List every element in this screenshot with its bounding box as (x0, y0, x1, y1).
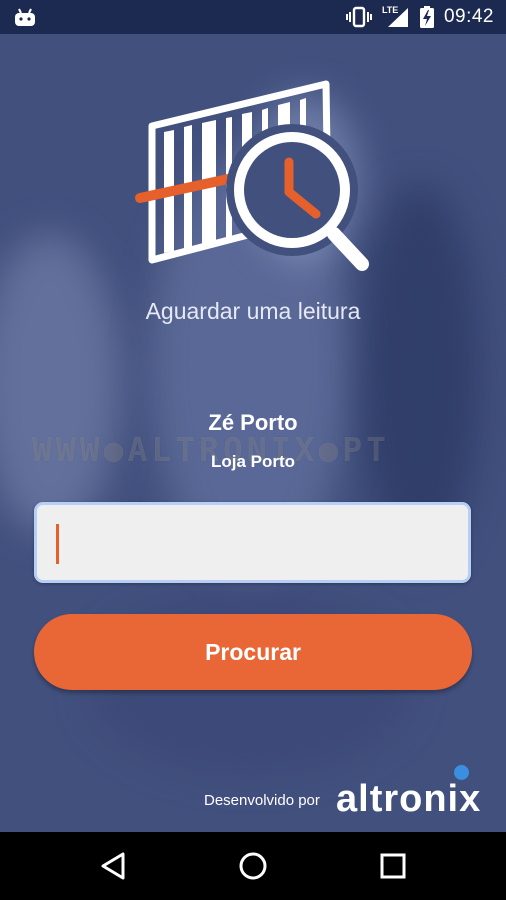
home-icon[interactable] (235, 848, 271, 884)
search-input[interactable] (37, 505, 468, 580)
back-icon[interactable] (95, 848, 131, 884)
search-button[interactable]: Procurar (34, 614, 472, 690)
store-name: Loja Porto (210, 452, 296, 471)
android-icon (15, 8, 35, 26)
brand-name: altronix (336, 778, 482, 820)
vibrate-icon (345, 6, 372, 28)
app-screen: Aguardar uma leitura WWW●ALTRONIX●PT Zé … (0, 34, 506, 832)
lte-signal-icon: LTE (382, 5, 410, 28)
clock: 09:42 (443, 6, 494, 27)
text-caret (56, 524, 59, 564)
search-field[interactable] (34, 502, 471, 583)
battery-charging-icon (419, 6, 434, 28)
developed-by-label: Desenvolvido por (204, 792, 320, 809)
status-bar: LTE 09:42 (0, 0, 506, 34)
brand-dot (454, 765, 469, 780)
waiting-status-text: Aguardar uma leitura (145, 298, 361, 324)
barcode-search-clock-icon (135, 80, 369, 271)
recents-icon[interactable] (375, 848, 411, 884)
user-name: Zé Porto (208, 410, 298, 435)
brand-logo: altronix (336, 765, 486, 822)
navigation-bar (0, 832, 506, 900)
